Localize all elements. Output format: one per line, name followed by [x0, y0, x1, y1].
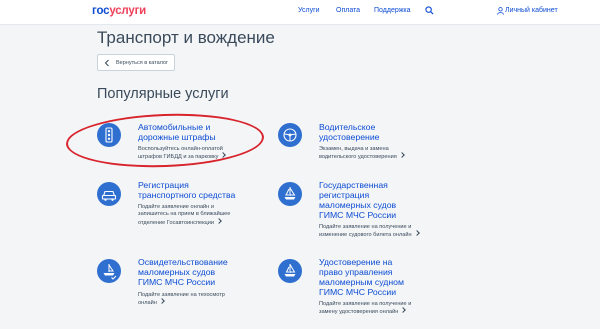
service-title: Освидетельствование маломерных судов ГИМ… [138, 257, 228, 287]
boat-icon [278, 182, 302, 206]
chevron-right-icon [413, 230, 420, 237]
service-description: Подайте заявление на техосмотр онлайн [138, 292, 225, 307]
chevron-left-icon [104, 59, 109, 67]
service-driver-license[interactable]: Водительское удостоверение Экзамен, выда… [278, 120, 448, 170]
service-title: Регистрация транспортного средства [138, 180, 236, 200]
service-boat-registration[interactable]: Государственная регистрация маломерных с… [278, 180, 458, 250]
service-boat-inspection[interactable]: Освидетельствование маломерных судов ГИМ… [97, 257, 267, 317]
chevron-right-icon [158, 298, 165, 305]
steering-wheel-icon [278, 123, 302, 147]
chevron-right-icon [216, 217, 222, 224]
sailboat-icon [278, 259, 302, 283]
page-title: Транспорт и вождение [97, 28, 275, 47]
service-description: Подайте заявление на получение и изменен… [319, 224, 420, 240]
nav-payment[interactable]: Оплата [336, 7, 360, 14]
personal-cabinet-link[interactable]: Личный кабинет [505, 7, 558, 14]
back-to-catalog-button[interactable]: Вернуться в каталог [97, 54, 175, 71]
back-button-label: Вернуться в каталог [116, 60, 168, 66]
service-description: Подайте заявление на получение и замену … [319, 301, 412, 316]
gosuslugi-logo[interactable]: госуслуги [92, 5, 146, 17]
service-title: Водительское удостоверение [319, 122, 380, 142]
nav-services[interactable]: Услуги [298, 7, 320, 14]
service-title: Государственная регистрация маломерных с… [319, 180, 397, 220]
nav-support[interactable]: Поддержка [374, 7, 411, 14]
logo-part-uslugi: услуги [109, 5, 147, 17]
top-bar: госуслуги Услуги Оплата Поддержка Личный… [0, 0, 600, 25]
section-title: Популярные услуги [97, 86, 229, 102]
service-description: Экзамен, выдача и замена водительского у… [319, 146, 405, 162]
chevron-right-icon [400, 307, 407, 314]
service-vehicle-registration[interactable]: Регистрация транспортного средства Подай… [97, 180, 267, 240]
service-description: Подайте заявление онлайн и запишитесь на… [138, 204, 231, 226]
user-icon [497, 7, 504, 15]
search-icon[interactable] [425, 6, 434, 15]
service-boat-license[interactable]: Удостоверение на право управления маломе… [278, 257, 458, 329]
boat-check-icon [97, 259, 121, 283]
chevron-right-icon [398, 152, 405, 159]
car-icon [97, 182, 121, 206]
logo-part-gos: гос [92, 5, 110, 17]
service-title: Удостоверение на право управления маломе… [319, 257, 404, 297]
